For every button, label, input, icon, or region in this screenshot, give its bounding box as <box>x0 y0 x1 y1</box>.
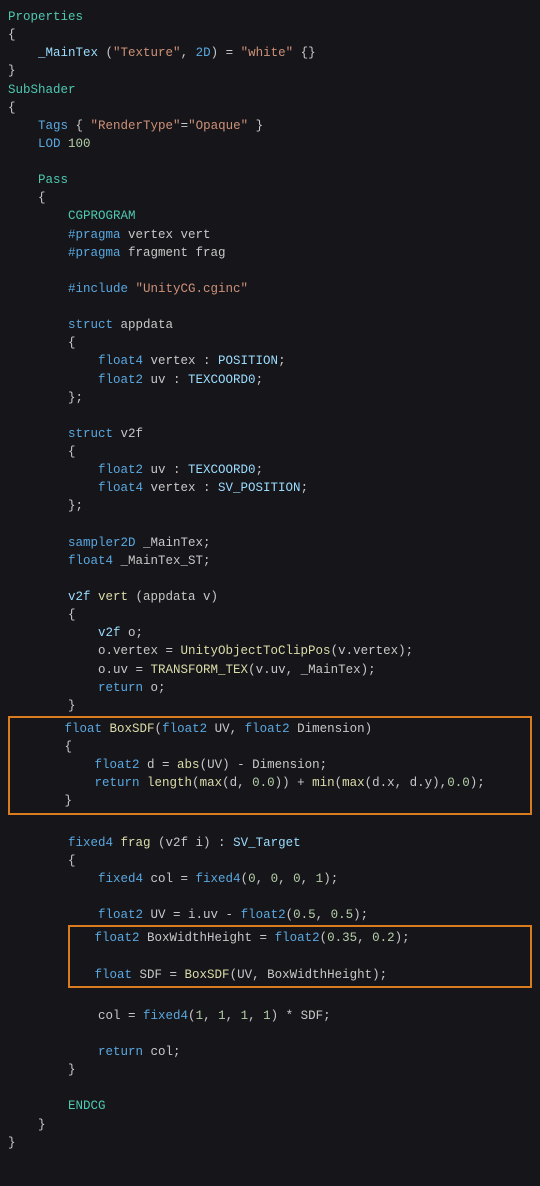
section-subshader: SubShader <box>8 83 76 97</box>
code-block: Properties { _MainTex ("Texture", 2D) = … <box>8 8 532 1152</box>
section-pass: Pass <box>38 173 68 187</box>
cgprogram-begin: CGPROGRAM <box>68 209 136 223</box>
cgprogram-end: ENDCG <box>68 1099 106 1113</box>
highlight-box-2: float2 BoxWidthHeight = float2(0.35, 0.2… <box>68 925 532 987</box>
section-properties: Properties <box>8 10 83 24</box>
highlight-box-1: float BoxSDF(float2 UV, float2 Dimension… <box>8 716 532 815</box>
